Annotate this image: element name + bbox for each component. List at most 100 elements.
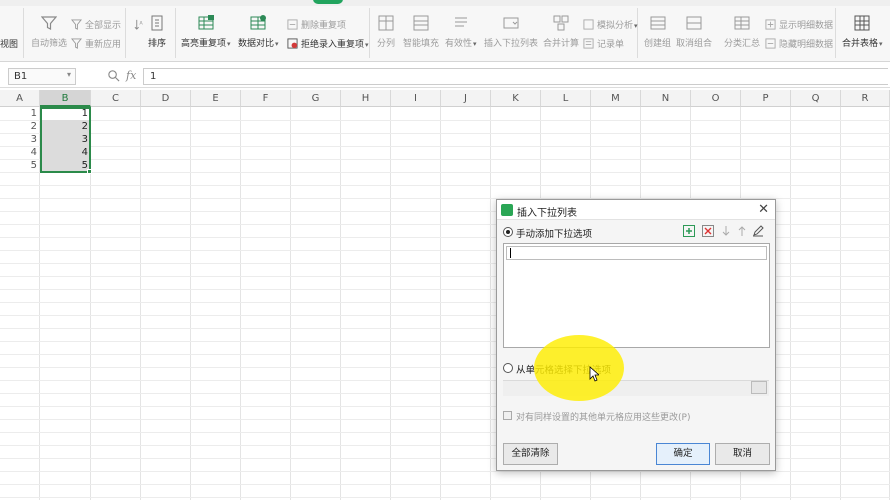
subtotal-icon	[733, 14, 751, 32]
reject-duplicates-label: 拒绝录入重复项▾	[301, 39, 369, 50]
column-header-a[interactable]: A	[0, 90, 40, 107]
hide-detail-button[interactable]: 隐藏明细数据	[764, 36, 833, 50]
column-header-h[interactable]: H	[341, 90, 391, 107]
column-header-d[interactable]: D	[141, 90, 191, 107]
row-header[interactable]: 4	[0, 146, 40, 159]
smart-fill-label: 智能填充	[403, 39, 440, 49]
merge-calc-button[interactable]: 合并计算	[543, 14, 579, 49]
what-if-button[interactable]: 模拟分析▾	[582, 17, 638, 31]
hide-detail-icon	[764, 37, 776, 49]
auto-filter-label: 自动筛选	[31, 39, 68, 49]
name-box-value: B1	[14, 71, 28, 82]
show-detail-label: 显示明细数据	[779, 20, 834, 31]
grid-hline	[0, 133, 890, 134]
grid-vline	[790, 107, 791, 500]
sort-icon	[148, 14, 166, 32]
fill-handle[interactable]	[87, 169, 92, 174]
auto-filter-button[interactable]: 自动筛选	[31, 14, 67, 49]
view-button[interactable]: 视图	[0, 36, 18, 50]
active-tab-indicator[interactable]	[313, 0, 343, 4]
column-header-q[interactable]: Q	[791, 90, 841, 107]
delete-item-icon[interactable]	[701, 224, 714, 237]
svg-text:A: A	[139, 20, 143, 26]
column-header-j[interactable]: J	[441, 90, 491, 107]
grid-vline	[490, 107, 491, 500]
sort-button[interactable]: 排序	[148, 14, 166, 49]
apply-same-label: 对有同样设置的其他单元格应用这些更改(P)	[516, 413, 691, 423]
formula-input[interactable]: 1	[143, 68, 888, 85]
merge-tables-button[interactable]: 合并表格▾	[842, 14, 883, 49]
dropdown-options-list[interactable]	[503, 243, 770, 348]
column-header-f[interactable]: F	[241, 90, 291, 107]
show-all-button[interactable]: 全部显示	[70, 17, 121, 31]
from-cells-radio[interactable]	[503, 363, 513, 373]
split-columns-button[interactable]: 分列	[377, 14, 395, 49]
selection-range[interactable]	[40, 107, 91, 173]
column-header-o[interactable]: O	[691, 90, 741, 107]
merge-calc-label: 合并计算	[543, 39, 580, 49]
highlight-duplicates-button[interactable]: 高亮重复项▾	[181, 14, 231, 49]
column-header-c[interactable]: C	[91, 90, 141, 107]
insert-dropdown-button[interactable]: 插入下拉列表	[484, 14, 538, 49]
column-header-m[interactable]: M	[591, 90, 641, 107]
remove-duplicates-label: 删除重复项	[301, 20, 347, 31]
cancel-button[interactable]: 取消	[715, 443, 770, 465]
row-header[interactable]: 1	[0, 107, 40, 120]
move-up-icon[interactable]	[735, 224, 748, 237]
column-header-e[interactable]: E	[191, 90, 241, 107]
smart-fill-button[interactable]: 智能填充	[403, 14, 439, 49]
close-icon[interactable]: ✕	[758, 202, 769, 217]
record-form-button[interactable]: 记录单	[582, 36, 624, 50]
reapply-button[interactable]: 重新应用	[70, 36, 121, 50]
validity-button[interactable]: 有效性▾	[445, 14, 477, 49]
grid-vline	[240, 107, 241, 500]
grid-vline	[140, 107, 141, 500]
funnel-icon	[40, 14, 58, 32]
show-detail-button[interactable]: 显示明细数据	[764, 17, 833, 31]
reject-duplicates-button[interactable]: 拒绝录入重复项▾	[286, 36, 369, 50]
column-header-p[interactable]: P	[741, 90, 791, 107]
grid-vline	[440, 107, 441, 500]
ok-button[interactable]: 确定	[656, 443, 710, 465]
range-select-icon[interactable]	[751, 381, 767, 394]
highlight-duplicates-icon	[197, 14, 215, 32]
row-header[interactable]: 2	[0, 120, 40, 133]
manual-option-label[interactable]: 手动添加下拉选项	[516, 226, 592, 240]
grid-vline	[190, 107, 191, 500]
ungroup-button[interactable]: 取消组合	[676, 14, 712, 49]
clear-all-button[interactable]: 全部清除	[503, 443, 558, 465]
apply-same-checkbox[interactable]	[503, 411, 512, 420]
column-header-k[interactable]: K	[491, 90, 541, 107]
remove-duplicates-button[interactable]: 删除重复项	[286, 17, 346, 31]
show-all-label: 全部显示	[85, 20, 122, 31]
wps-logo-icon	[501, 204, 513, 216]
grid-hline	[0, 471, 890, 472]
column-header-r[interactable]: R	[841, 90, 890, 107]
edit-item-icon[interactable]	[751, 224, 764, 237]
grid-hline	[0, 497, 890, 498]
subtotal-button[interactable]: 分类汇总	[724, 14, 760, 49]
column-header-i[interactable]: I	[391, 90, 441, 107]
column-header-b[interactable]: B	[40, 90, 91, 107]
option-edit-field[interactable]	[506, 246, 767, 260]
row-header[interactable]: 3	[0, 133, 40, 146]
data-compare-label: 数据对比▾	[238, 39, 279, 49]
name-box-dropdown-icon[interactable]: ▾	[67, 70, 71, 79]
add-item-icon[interactable]	[682, 224, 695, 237]
manual-option-radio[interactable]	[503, 227, 513, 237]
name-box[interactable]: B1 ▾	[8, 68, 76, 85]
data-compare-button[interactable]: 数据对比▾	[238, 14, 279, 49]
ribbon-tab-strip	[0, 0, 890, 6]
row-header[interactable]: 5	[0, 159, 40, 172]
move-down-icon[interactable]	[719, 224, 732, 237]
column-header-l[interactable]: L	[541, 90, 591, 107]
validity-label: 有效性▾	[445, 39, 477, 49]
column-header-n[interactable]: N	[641, 90, 691, 107]
insert-dropdown-dialog: 插入下拉列表 ✕ 手动添加下拉选项 从单元格选择下拉选项 对有同样设置的其他单元…	[496, 199, 776, 471]
create-group-button[interactable]: 创建组	[644, 14, 671, 49]
column-header-g[interactable]: G	[291, 90, 341, 107]
split-columns-icon	[377, 14, 395, 32]
zoom-icon[interactable]	[107, 69, 121, 83]
sort-asc-button[interactable]: A	[133, 17, 145, 31]
function-icon[interactable]: fx	[126, 69, 136, 82]
